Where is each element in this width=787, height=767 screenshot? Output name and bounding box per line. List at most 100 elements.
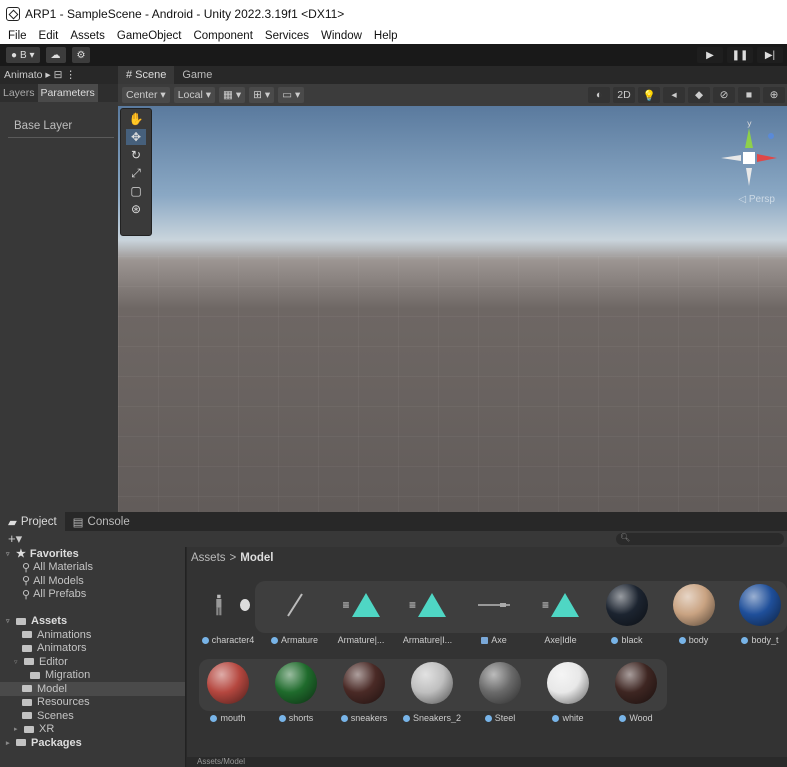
animator-tab[interactable]: Animato ▸ ⊟ ⋮	[0, 66, 118, 84]
camera-button[interactable]: ■	[738, 87, 760, 103]
tree-item[interactable]: Animations	[0, 628, 185, 642]
gizmo-neg-x-icon	[721, 155, 741, 161]
asset-thumbnail	[478, 661, 522, 705]
asset-item[interactable]: Axe	[461, 583, 527, 645]
play-button[interactable]: ▶	[697, 47, 723, 63]
move-tool-icon[interactable]: ✥	[126, 129, 146, 145]
collab-button[interactable]: ⚙	[71, 47, 91, 63]
project-search-input[interactable]: 🔍︎	[616, 533, 784, 545]
menu-help[interactable]: Help	[374, 30, 398, 42]
ruler-icon: ▭ ▾	[282, 89, 301, 101]
asset-item[interactable]: body	[661, 583, 727, 645]
orientation-gizmo[interactable]: y	[719, 116, 779, 196]
asset-item[interactable]: mouth	[195, 661, 261, 723]
breadcrumb-root[interactable]: Assets	[191, 552, 226, 564]
asset-item[interactable]: shorts	[263, 661, 329, 723]
asset-item[interactable]: body_t	[727, 583, 787, 645]
cloud-icon: ☁	[50, 49, 61, 61]
asset-item[interactable]: ≡ Axe|Idle	[528, 583, 594, 645]
menu-file[interactable]: File	[8, 30, 27, 42]
menu-component[interactable]: Component	[193, 30, 252, 42]
expand-arrow-icon[interactable]: ▸	[6, 739, 14, 747]
asset-item[interactable]: Wood	[603, 661, 669, 723]
tree-item[interactable]: Migration	[0, 669, 185, 683]
asset-thumbnail: ≡	[339, 583, 383, 627]
rect-tool-icon[interactable]: ▢	[126, 183, 146, 199]
tab-game[interactable]: Game	[174, 66, 220, 84]
lighting-toggle[interactable]: 💡	[638, 87, 660, 103]
effects-toggle[interactable]: ◆	[688, 87, 710, 103]
breadcrumb-current[interactable]: Model	[240, 552, 273, 564]
menu-gameobject[interactable]: GameObject	[117, 30, 182, 42]
expand-arrow-icon[interactable]: ▿	[6, 617, 14, 625]
pivot-mode-dropdown[interactable]: Center ▾	[122, 87, 170, 103]
tree-item[interactable]: Animators	[0, 642, 185, 656]
pause-button[interactable]: ❚❚	[727, 47, 753, 63]
tree-item[interactable]: ▿ ★ Favorites	[0, 547, 185, 561]
tab-parameters[interactable]: Parameters	[37, 84, 98, 102]
asset-item[interactable]: Sneakers_2	[399, 661, 465, 723]
asset-item[interactable]: white	[535, 661, 601, 723]
asset-item[interactable]: sneakers	[331, 661, 397, 723]
tab-console[interactable]: ▤ Console	[65, 512, 138, 531]
pivot-rotation-dropdown[interactable]: Local ▾	[173, 87, 215, 103]
increment-snap-button[interactable]: ⊞ ▾	[249, 87, 275, 103]
tree-item[interactable]: ▿ Assets	[0, 615, 185, 629]
tree-item[interactable]: ▿ Editor	[0, 655, 185, 669]
hidden-toggle[interactable]: ⊘	[713, 87, 735, 103]
main-toolbar: ● B ▾ ☁ ⚙ ▶ ❚❚ ▶|	[0, 44, 787, 66]
scene-viewport[interactable]: ✋ ✥ ↻ ⤢ ▢ ⊛ y ◁ Persp	[118, 106, 787, 512]
folder-icon: ▰	[8, 516, 17, 529]
menu-edit[interactable]: Edit	[39, 30, 59, 42]
tree-item[interactable]: ▸ Packages	[0, 736, 185, 750]
asset-item[interactable]: Armature	[262, 583, 328, 645]
asset-item[interactable]: Steel	[467, 661, 533, 723]
asset-item[interactable]: ≡ Armature|I...	[395, 583, 461, 645]
ruler-button[interactable]: ▭ ▾	[278, 87, 305, 103]
tree-item[interactable]: Scenes	[0, 709, 185, 723]
account-icon: ●	[11, 49, 18, 61]
asset-item[interactable]: character4	[195, 583, 261, 645]
material-sphere-icon	[411, 662, 453, 704]
hand-tool-icon[interactable]: ✋	[126, 111, 146, 127]
transform-tool-icon[interactable]: ⊛	[126, 201, 146, 217]
step-button[interactable]: ▶|	[757, 47, 783, 63]
gizmos-button[interactable]: ⊕	[763, 87, 785, 103]
asset-thumbnail	[472, 583, 516, 627]
account-button[interactable]: ● B ▾	[6, 47, 40, 63]
scale-tool-icon[interactable]: ⤢	[126, 165, 146, 181]
expand-arrow-icon[interactable]: ▿	[6, 550, 14, 558]
tree-item[interactable]: ⚲ All Models	[0, 574, 185, 588]
base-layer-item[interactable]: Base Layer	[8, 114, 114, 138]
tab-layers[interactable]: Layers	[0, 87, 38, 99]
2d-toggle[interactable]: 2D	[613, 87, 635, 103]
account-label: B ▾	[20, 49, 35, 61]
asset-item[interactable]: ≡ Armature|...	[328, 583, 394, 645]
audio-toggle[interactable]: ◂	[663, 87, 685, 103]
material-icon	[619, 714, 627, 722]
create-button[interactable]: +▾	[8, 531, 22, 547]
tree-item[interactable]: Resources	[0, 696, 185, 710]
rotate-tool-icon[interactable]: ↻	[126, 147, 146, 163]
menu-assets[interactable]: Assets	[70, 30, 105, 42]
material-sphere-icon	[606, 584, 648, 626]
tab-project[interactable]: ▰ Project	[0, 512, 65, 531]
expand-arrow-icon[interactable]: ▿	[14, 658, 22, 666]
menu-window[interactable]: Window	[321, 30, 362, 42]
material-icon	[741, 636, 749, 644]
tree-item[interactable]: ▸ XR	[0, 723, 185, 737]
tree-item[interactable]: Model	[0, 682, 185, 696]
expand-circle-icon[interactable]	[239, 599, 250, 611]
gizmo-center-icon	[743, 152, 755, 164]
grid-snap-button[interactable]: ▦ ▾	[219, 87, 246, 103]
draw-mode-button[interactable]: ◐	[588, 87, 610, 103]
asset-item[interactable]: black	[594, 583, 660, 645]
expand-arrow-icon[interactable]: ▸	[14, 725, 22, 733]
cloud-button[interactable]: ☁	[45, 47, 66, 63]
tab-scene[interactable]: # Scene	[118, 66, 175, 84]
tree-item[interactable]: ⚲ All Materials	[0, 561, 185, 575]
tree-item[interactable]: ⚲ All Prefabs	[0, 588, 185, 602]
asset-browser: Assets > Model Assets/Model character4 Ar…	[187, 547, 787, 767]
menu-services[interactable]: Services	[265, 30, 309, 42]
star-icon: ★	[16, 548, 26, 561]
